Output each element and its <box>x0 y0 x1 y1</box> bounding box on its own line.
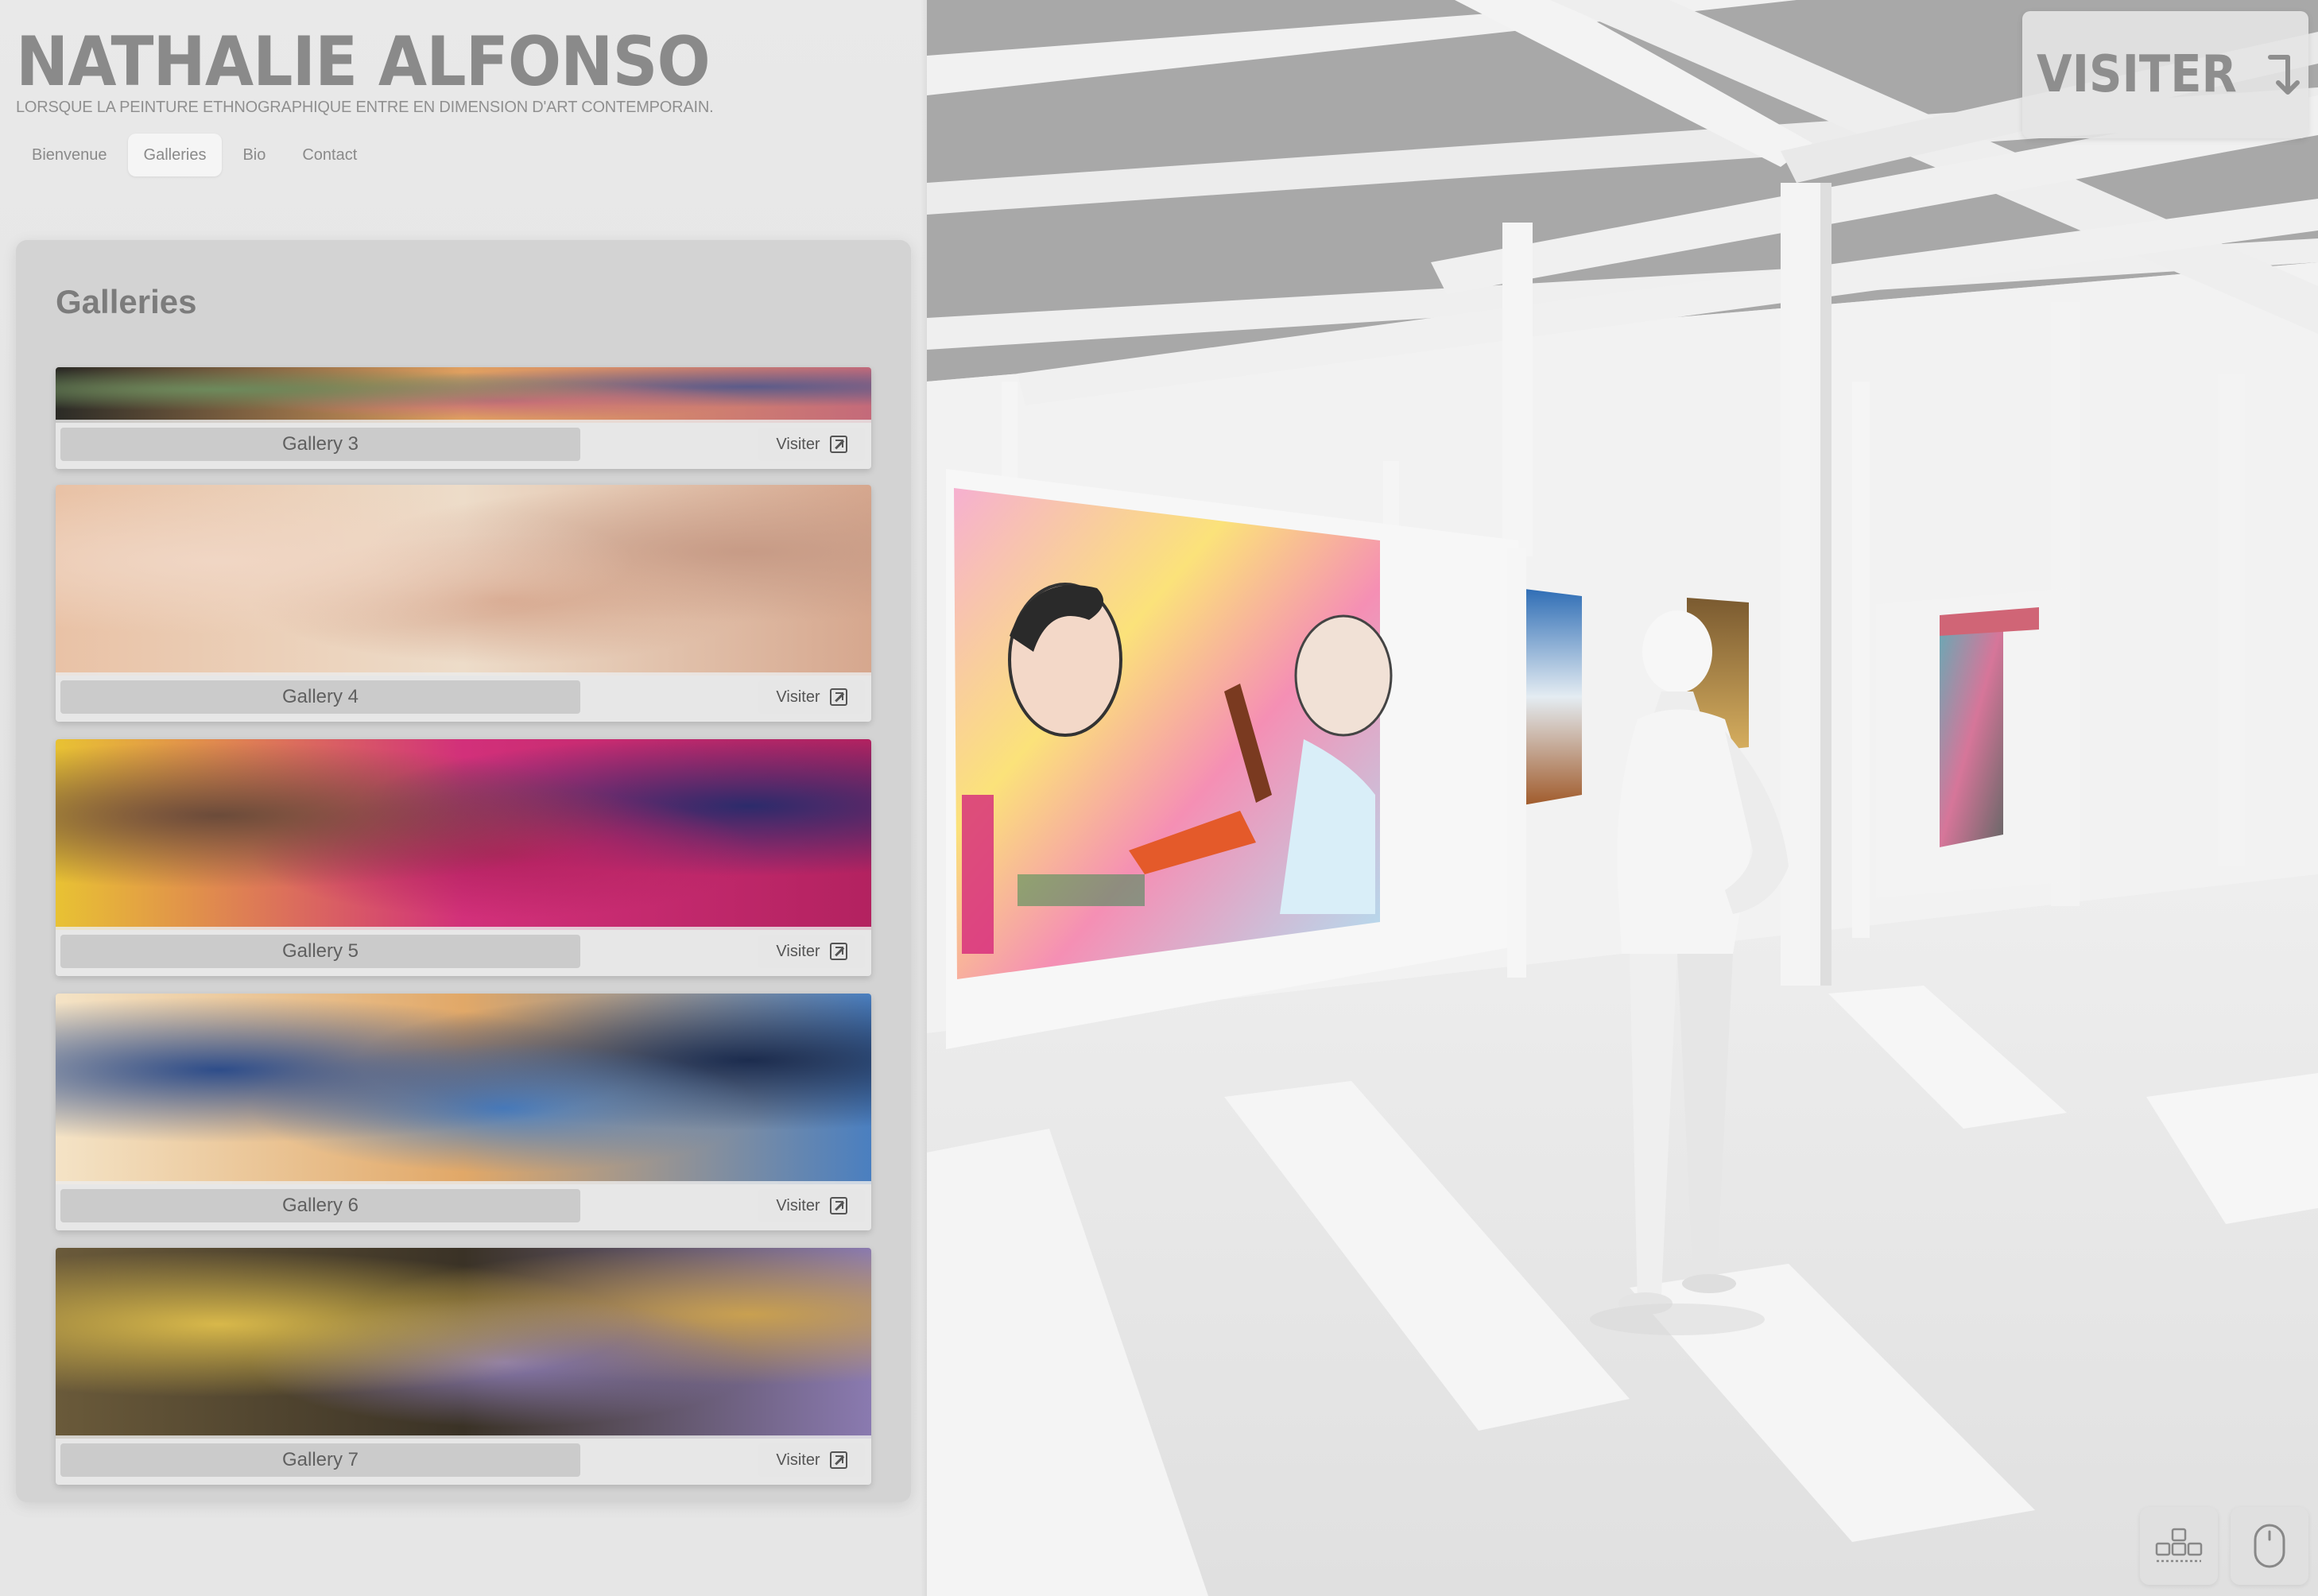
nav-item-contact[interactable]: Contact <box>286 134 373 176</box>
gallery-thumbnail <box>56 739 871 930</box>
gallery-card[interactable]: Gallery 6 Visiter <box>56 994 871 1230</box>
site-title: NATHALIE ALFONSO <box>16 22 711 102</box>
visit-label: Visiter <box>776 1451 820 1469</box>
main-nav: Bienvenue Galleries Bio Contact <box>16 134 373 176</box>
mouse-controls-button[interactable] <box>2231 1507 2308 1585</box>
gallery-card[interactable]: Gallery 4 Visiter <box>56 485 871 722</box>
arrow-down-right-icon <box>2267 55 2300 95</box>
visit-label: Visiter <box>776 688 820 706</box>
gallery-card[interactable]: Gallery 7 Visiter <box>56 1248 871 1485</box>
gallery-thumbnail <box>56 367 871 423</box>
external-link-icon <box>829 1451 847 1469</box>
nav-item-bienvenue[interactable]: Bienvenue <box>16 134 123 176</box>
visit-main-button[interactable]: VISITER <box>2022 11 2308 138</box>
visit-label: Visiter <box>776 1196 820 1214</box>
gallery-visit-button[interactable]: Visiter <box>758 1443 865 1477</box>
gallery-thumbnail <box>56 1248 871 1439</box>
galleries-panel: Galleries Gallery 3 Visiter Gallery 4 Vi… <box>16 240 911 1502</box>
gallery-visit-button[interactable]: Visiter <box>758 428 865 461</box>
nav-item-bio[interactable]: Bio <box>227 134 281 176</box>
gallery-thumbnail <box>56 994 871 1184</box>
keyboard-icon <box>2155 1528 2203 1563</box>
gallery-visit-button[interactable]: Visiter <box>758 935 865 968</box>
visit-label: Visiter <box>776 435 820 453</box>
gallery-name: Gallery 5 <box>60 935 580 968</box>
gallery-name: Gallery 3 <box>60 428 580 461</box>
gallery-visit-button[interactable]: Visiter <box>758 680 865 714</box>
mouse-icon <box>2254 1524 2285 1568</box>
panel-heading: Galleries <box>56 283 197 320</box>
gallery-name: Gallery 7 <box>60 1443 580 1477</box>
keyboard-controls-button[interactable] <box>2140 1507 2218 1585</box>
gallery-name: Gallery 4 <box>60 680 580 714</box>
external-link-icon <box>829 1197 847 1214</box>
left-sidebar: NATHALIE ALFONSO LORSQUE LA PEINTURE ETH… <box>0 0 927 1596</box>
site-tagline: LORSQUE LA PEINTURE ETHNOGRAPHIQUE ENTRE… <box>16 99 714 116</box>
gallery-name: Gallery 6 <box>60 1189 580 1222</box>
visit-main-label: VISITER <box>2037 45 2237 104</box>
gallery-card[interactable]: Gallery 3 Visiter <box>56 367 871 469</box>
external-link-icon <box>829 688 847 706</box>
visit-label: Visiter <box>776 942 820 960</box>
nav-item-galleries[interactable]: Galleries <box>127 134 223 176</box>
gallery-card[interactable]: Gallery 5 Visiter <box>56 739 871 976</box>
external-link-icon <box>829 436 847 453</box>
gallery-thumbnail <box>56 485 871 676</box>
external-link-icon <box>829 943 847 960</box>
gallery-visit-button[interactable]: Visiter <box>758 1189 865 1222</box>
